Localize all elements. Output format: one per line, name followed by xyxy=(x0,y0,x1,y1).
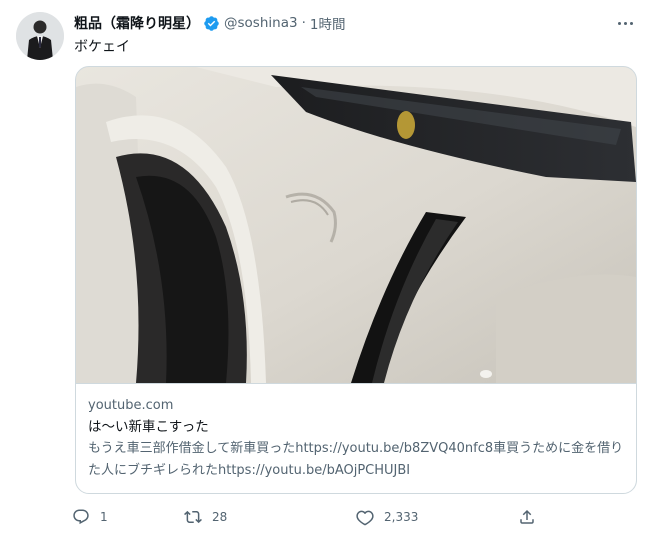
tweet-time[interactable]: 1時間 xyxy=(310,13,346,33)
card-image[interactable] xyxy=(76,67,636,383)
author-handle[interactable]: @soshina3 xyxy=(224,15,298,31)
card-title: は〜い新車こすった xyxy=(88,419,209,435)
retweet-icon xyxy=(184,510,202,524)
more-icon[interactable] xyxy=(614,12,636,34)
card-domain: youtube.com xyxy=(88,398,174,413)
tweet-header: 粗品（霜降り明星） @soshina3 · 1時間 xyxy=(74,13,592,33)
verified-badge-icon xyxy=(204,15,219,31)
heart-icon xyxy=(356,510,374,526)
card-meta[interactable]: youtube.com は〜い新車こすった もうえ車三部作借金して新車買ったht… xyxy=(76,383,636,493)
card-description: もうえ車三部作借金して新車買ったhttps://youtu.be/b8ZVQ40… xyxy=(88,441,624,478)
like-count: 2,333 xyxy=(384,510,419,524)
link-card[interactable]: youtube.com は〜い新車こすった もうえ車三部作借金して新車買ったht… xyxy=(75,66,637,494)
tweet-actions: 1 28 2,333 xyxy=(72,505,552,529)
reply-button[interactable]: 1 xyxy=(72,505,108,529)
tweet-text: ボケェイ xyxy=(74,39,130,55)
tweet[interactable]: 粗品（霜降り明星） @soshina3 · 1時間 ボケェイ youtube.c… xyxy=(0,0,652,537)
separator-dot: · xyxy=(301,15,306,31)
retweet-button[interactable]: 28 xyxy=(184,505,227,529)
reply-count: 1 xyxy=(100,510,108,524)
author-name[interactable]: 粗品（霜降り明星） xyxy=(74,13,200,33)
share-icon xyxy=(520,509,534,524)
retweet-count: 28 xyxy=(212,510,228,524)
share-button[interactable] xyxy=(518,505,546,529)
like-button[interactable]: 2,333 xyxy=(356,505,418,529)
reply-icon xyxy=(73,509,89,525)
avatar[interactable] xyxy=(16,12,64,60)
